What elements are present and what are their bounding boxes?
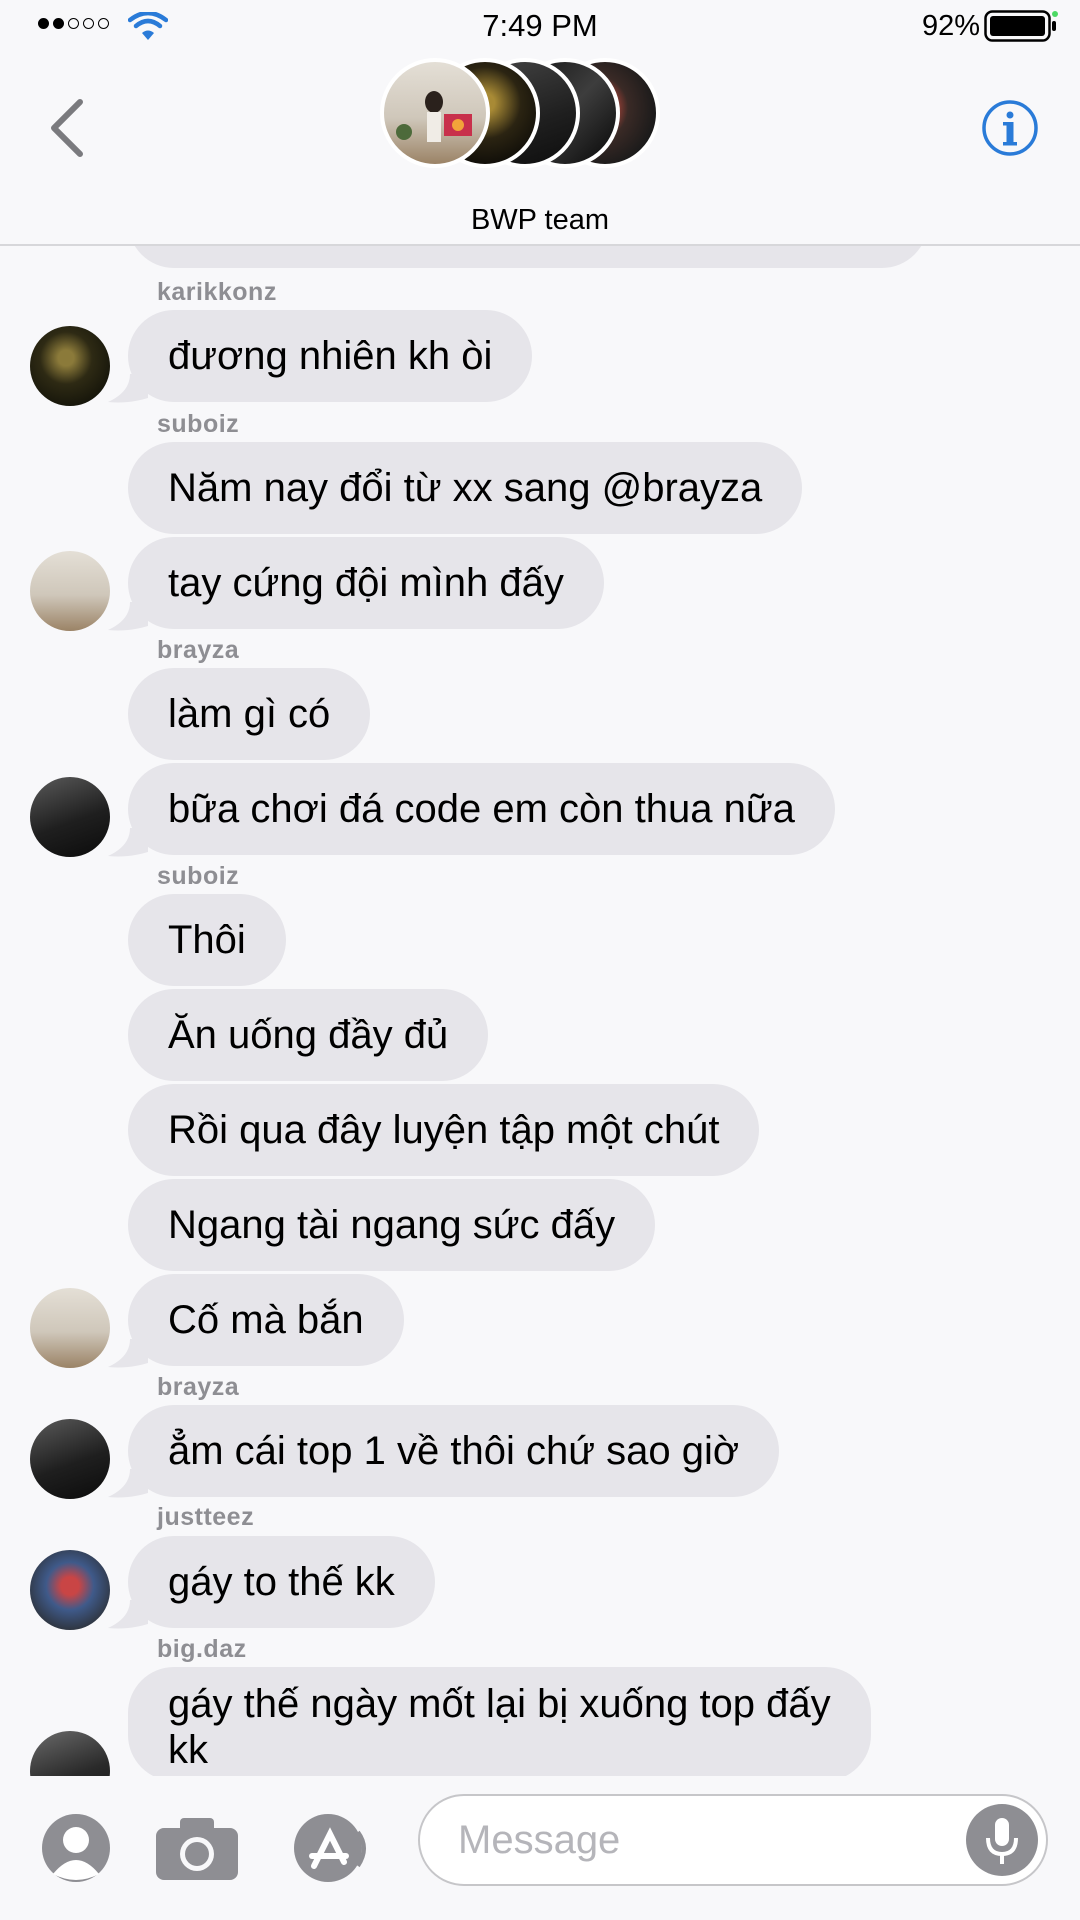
sender-avatar[interactable] xyxy=(30,1419,110,1499)
camera-icon[interactable] xyxy=(154,1812,240,1884)
sender-name: karikkonz xyxy=(157,278,277,306)
sender-avatar[interactable] xyxy=(30,777,110,857)
message-input-field[interactable] xyxy=(418,1794,1048,1886)
message-bubble[interactable]: ẳm cái top 1 về thôi chứ sao giờ xyxy=(128,1405,780,1497)
message-bubble[interactable]: làm gì có xyxy=(128,668,371,760)
message-bubble[interactable]: gáy thế ngày mốt lại bị xuống top đấy kk xyxy=(128,1667,871,1776)
message-bubble[interactable]: Ăn uống đầy đủ xyxy=(128,989,489,1081)
battery-icon xyxy=(984,10,1058,42)
group-name[interactable]: BWP team xyxy=(0,204,1080,237)
contacts-icon[interactable] xyxy=(40,1812,112,1884)
message-bubble[interactable] xyxy=(128,246,928,268)
message-bubble[interactable]: bữa chơi đá code em còn thua nữa xyxy=(128,763,835,855)
sender-avatar[interactable] xyxy=(30,1550,110,1630)
message-bubble[interactable]: Ngang tài ngang sức đấy xyxy=(128,1179,656,1271)
message-bubble[interactable]: tay cứng đội mình đấy xyxy=(128,537,604,629)
message-bubble[interactable]: Thôi xyxy=(128,894,286,986)
chevron-left-icon[interactable] xyxy=(44,96,92,160)
microphone-icon xyxy=(986,1818,1018,1864)
message-list[interactable]: karikkonz đương nhiên kh òi suboiz Năm n… xyxy=(0,246,1080,1776)
sender-name: justteez xyxy=(157,1503,255,1531)
status-bar: 7:49 PM 92% xyxy=(0,0,1080,52)
sender-avatar[interactable] xyxy=(30,1731,110,1776)
sender-name: brayza xyxy=(157,1373,240,1401)
battery-percentage: 92% xyxy=(921,10,980,42)
sender-avatar[interactable] xyxy=(30,1288,110,1368)
status-time: 7:49 PM xyxy=(482,8,598,43)
message-bubble[interactable]: Cố mà bắn xyxy=(128,1274,404,1366)
messages-app: 7:49 PM 92% BWP team karikkonz đương nhi… xyxy=(0,0,1080,1920)
message-bubble[interactable]: Năm nay đổi từ xx sang @brayza xyxy=(128,442,803,534)
message-bubble[interactable]: gáy to thế kk xyxy=(128,1536,435,1628)
info-icon[interactable] xyxy=(980,98,1040,158)
microphone-button[interactable] xyxy=(966,1804,1038,1876)
message-line: kk xyxy=(168,1728,208,1772)
sender-name: brayza xyxy=(157,636,240,664)
conversation-header: BWP team xyxy=(0,52,1080,246)
sender-name: suboiz xyxy=(157,410,240,438)
message-bubble[interactable]: đương nhiên kh òi xyxy=(128,310,533,402)
message-bubble[interactable]: Rồi qua đây luyện tập một chút xyxy=(128,1084,760,1176)
compose-bar xyxy=(0,1776,1080,1920)
sender-avatar[interactable] xyxy=(30,551,110,631)
group-avatar-stack[interactable] xyxy=(380,58,670,176)
sender-name: suboiz xyxy=(157,862,240,890)
sender-avatar[interactable] xyxy=(30,326,110,406)
message-line: gáy thế ngày mốt lại bị xuống top đấy xyxy=(168,1682,831,1726)
member-avatar xyxy=(380,58,490,168)
app-store-icon[interactable] xyxy=(290,1812,372,1884)
sender-name: big.daz xyxy=(157,1635,247,1663)
message-input[interactable] xyxy=(458,1796,928,1884)
